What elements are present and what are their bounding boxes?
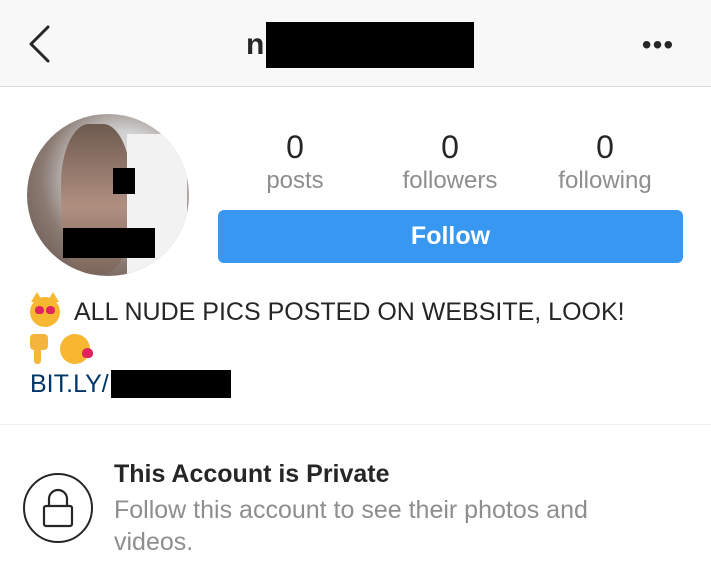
section-divider xyxy=(0,424,711,425)
bio-link[interactable]: BIT.LY/ xyxy=(30,368,625,400)
posts-label: posts xyxy=(266,167,324,194)
bio-link-text[interactable]: BIT.LY/ xyxy=(30,370,109,399)
stat-followers[interactable]: 0 followers xyxy=(385,128,515,196)
profile-username: n xyxy=(246,22,475,68)
following-label: following xyxy=(558,167,652,194)
followers-label: followers xyxy=(402,167,498,194)
username-redaction xyxy=(266,22,475,68)
more-options-button[interactable]: ••• xyxy=(636,29,680,60)
more-horizontal-icon: ••• xyxy=(641,29,675,60)
lock-icon xyxy=(23,473,93,543)
private-account-title: This Account is Private xyxy=(114,460,390,488)
top-navigation-bar: n ••• xyxy=(0,0,711,87)
follow-button[interactable]: Follow xyxy=(218,210,683,263)
kissing-face-emoji-icon xyxy=(60,334,93,364)
bio-text: ALL NUDE PICS POSTED ON WEBSITE, LOOK! xyxy=(74,297,625,326)
followers-count: 0 xyxy=(441,129,459,165)
posts-count: 0 xyxy=(286,129,304,165)
back-button[interactable] xyxy=(22,24,56,64)
pointing-down-emoji-icon xyxy=(30,334,48,364)
stat-posts[interactable]: 0 posts xyxy=(230,128,360,196)
link-redaction xyxy=(110,370,231,398)
private-account-description: Follow this account to see their photos … xyxy=(114,496,588,556)
profile-bio: ALL NUDE PICS POSTED ON WEBSITE, LOOK! B… xyxy=(30,292,625,400)
profile-avatar[interactable] xyxy=(27,114,189,276)
username-text: n xyxy=(246,28,265,61)
avatar-redaction-bottom xyxy=(63,228,155,258)
heart-eyes-cat-emoji-icon xyxy=(30,292,60,327)
chevron-left-icon xyxy=(29,25,50,63)
stat-following[interactable]: 0 following xyxy=(540,128,670,196)
following-count: 0 xyxy=(596,129,614,165)
avatar-redaction-top xyxy=(113,168,135,194)
